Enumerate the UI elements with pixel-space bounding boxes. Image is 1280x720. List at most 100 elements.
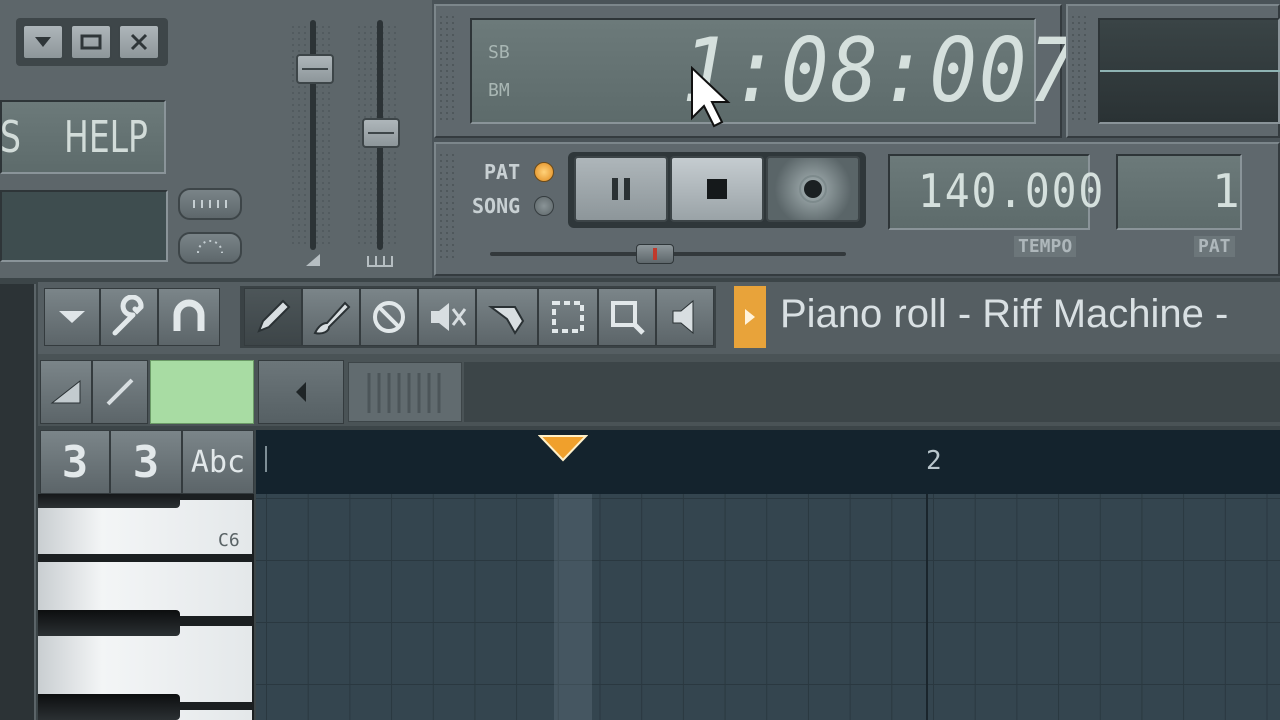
- delete-circle-icon: [373, 301, 405, 333]
- stop-icon: [707, 179, 727, 199]
- slice-knife-icon: [488, 306, 525, 335]
- top-left-panel: S HELP: [0, 0, 432, 278]
- oscilloscope-display: [1098, 18, 1280, 124]
- oscilloscope-line: [1100, 70, 1280, 72]
- menu-item-help[interactable]: HELP: [64, 112, 148, 163]
- pencil-icon: [257, 299, 291, 333]
- record-icon: [799, 175, 827, 203]
- wrench-icon: [112, 295, 144, 336]
- diagonal-line-icon: [106, 378, 134, 406]
- scroll-left-button[interactable]: [258, 360, 344, 424]
- slider-line-icon: [368, 132, 394, 134]
- piano-roll-title: Piano roll - Riff Machine -: [780, 292, 1229, 336]
- arrow-right-icon: [745, 309, 755, 325]
- snap-icon: 3: [132, 436, 160, 488]
- close-icon: [130, 33, 148, 51]
- window-close-button[interactable]: [118, 24, 160, 60]
- window-restore-button[interactable]: [70, 24, 112, 60]
- white-key[interactable]: [38, 562, 252, 616]
- slider-line-icon: [302, 68, 328, 70]
- hint-bar: [0, 190, 168, 262]
- transport-panel-grip: [438, 152, 456, 262]
- speaker-mute-icon: [431, 303, 467, 331]
- black-key[interactable]: [38, 694, 180, 720]
- time-bm-label: BM: [488, 80, 510, 101]
- timeline-start-tick: [265, 446, 267, 472]
- note-color-swatch[interactable]: [150, 360, 254, 424]
- slide-note-button[interactable]: [40, 360, 92, 424]
- song-position-readout: 1:08:007: [682, 19, 1078, 122]
- draw-tool-button[interactable]: [244, 288, 302, 346]
- note-grid[interactable]: [256, 494, 1280, 720]
- tools-button[interactable]: [100, 288, 158, 346]
- pause-icon: [612, 178, 630, 200]
- mouse-cursor-icon: [691, 66, 731, 128]
- timeline-ruler[interactable]: [256, 430, 1280, 494]
- master-volume-knob[interactable]: [296, 54, 334, 84]
- dropdown-arrow-icon: [59, 311, 85, 323]
- ramp-icon: [50, 379, 81, 404]
- note-names-button[interactable]: Abc: [182, 430, 254, 494]
- piano-roll-menu-button[interactable]: [44, 288, 100, 346]
- zoom-tool-button[interactable]: [598, 288, 656, 346]
- select-tool-button[interactable]: [538, 288, 598, 346]
- piano-keyboard: C6: [38, 494, 254, 720]
- slider-knob-marker: [653, 248, 657, 260]
- pattern-readout: 1: [1212, 164, 1242, 218]
- menu-item-partial[interactable]: S: [0, 112, 21, 163]
- tempo-label: TEMPO: [1014, 236, 1077, 257]
- slice-tool-button[interactable]: [476, 288, 538, 346]
- bar-line: [926, 494, 928, 720]
- key-label-c6: C6: [218, 530, 240, 551]
- volume-ramp-icon: [306, 254, 320, 266]
- metronome-toggle[interactable]: [178, 188, 242, 220]
- horizontal-scrollbar-thumb[interactable]: [348, 362, 462, 422]
- time-sb-label: SB: [488, 42, 510, 63]
- dropdown-icon: [35, 37, 51, 47]
- snap-value-button[interactable]: 3: [110, 430, 182, 494]
- playhead-marker-icon[interactable]: [538, 434, 588, 462]
- white-key[interactable]: [38, 626, 252, 702]
- pitch-wave-icon: [367, 256, 393, 267]
- playhead-column: [554, 494, 592, 720]
- restore-icon: [80, 34, 102, 50]
- title-arrow-button[interactable]: [734, 286, 766, 348]
- selection-box-icon: [552, 301, 584, 333]
- stop-button[interactable]: [670, 156, 764, 222]
- song-position-slider-knob[interactable]: [636, 244, 674, 264]
- scrollbar-track[interactable]: [464, 362, 1280, 422]
- tick-marks-icon: [193, 200, 227, 208]
- brush-icon: [313, 301, 351, 335]
- black-key[interactable]: [38, 494, 180, 508]
- arrow-left-icon: [296, 382, 306, 402]
- magnet-icon: [173, 299, 205, 331]
- pat-mode-label: PAT: [484, 160, 521, 184]
- snap-magnet-button[interactable]: [158, 288, 220, 346]
- porta-button[interactable]: [92, 360, 148, 424]
- chord-stamp-button[interactable]: 3: [40, 430, 110, 494]
- song-mode-led[interactable]: [534, 196, 554, 216]
- black-key[interactable]: [38, 610, 180, 636]
- tempo-readout: 140.000: [918, 164, 1106, 218]
- playback-tool-button[interactable]: [656, 288, 714, 346]
- note-names-label: Abc: [190, 444, 246, 480]
- window-menu-button[interactable]: [22, 24, 64, 60]
- time-panel-grip: [438, 14, 456, 124]
- pat-mode-led[interactable]: [534, 162, 554, 182]
- pattern-label: PAT: [1194, 236, 1235, 257]
- record-button[interactable]: [766, 156, 860, 222]
- master-pitch-knob[interactable]: [362, 118, 400, 148]
- piano-roll-left-strip: [0, 284, 36, 720]
- song-mode-label: SONG: [472, 194, 521, 218]
- speaker-icon: [672, 299, 694, 335]
- wait-toggle[interactable]: [178, 232, 242, 264]
- delete-tool-button[interactable]: [360, 288, 418, 346]
- magnifier-icon: [611, 301, 645, 335]
- play-pause-button[interactable]: [574, 156, 668, 222]
- paint-tool-button[interactable]: [302, 288, 360, 346]
- scope-panel-grip: [1070, 14, 1088, 124]
- chord-icon: 3: [61, 436, 89, 488]
- grip-lines-icon: [367, 373, 441, 413]
- timeline-bar-2-label: 2: [926, 446, 942, 476]
- mute-tool-button[interactable]: [418, 288, 476, 346]
